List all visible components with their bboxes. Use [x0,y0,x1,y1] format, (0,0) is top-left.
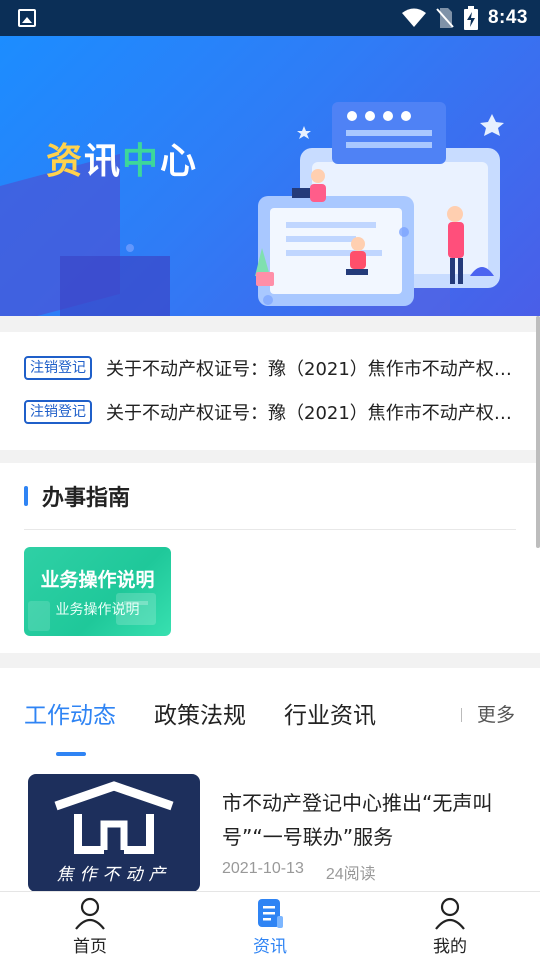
section-title: 办事指南 [42,486,131,511]
battery-charging-icon [463,6,478,30]
news-meta: 2021-10-13 24阅读 [222,860,376,884]
notice-item[interactable]: 注销登记 关于不动产权证号：豫（2021）焦作市不动产权第... [24,398,516,426]
notice-item[interactable]: 注销登记 关于不动产权证号：豫（2021）焦作市不动产权第... [24,354,516,382]
nav-info[interactable]: 资讯 [180,892,360,960]
clock: 8:43 [487,7,528,28]
nav-label: 我的 [433,937,467,957]
notice-list: 注销登记 关于不动产权证号：豫（2021）焦作市不动产权第... 注销登记 关于… [0,332,540,450]
banner-title: 资讯中心 [46,141,199,182]
user-icon [435,897,465,930]
nav-home[interactable]: 首页 [0,892,180,960]
guide-section: 办事指南 业务操作说明 业务操作说明 [0,463,540,653]
nav-label: 资讯 [253,937,287,957]
status-icons: 8:43 [401,6,528,30]
bottom-nav: 首页 资讯 我的 [0,891,540,960]
scrollbar[interactable] [536,316,540,548]
notice-tag: 注销登记 [24,400,92,424]
more-separator [461,708,462,722]
more-link[interactable]: 更多 [477,700,515,727]
notice-text: 关于不动产权证号：豫（2021）焦作市不动产权第... [106,403,516,424]
tab-policy[interactable]: 政策法规 [154,696,246,730]
news-reads: 24阅读 [325,866,376,883]
card-subtitle: 业务操作说明 [55,602,140,618]
active-tab-indicator [56,752,86,756]
section-header: 办事指南 [24,481,130,511]
news-tabs: 工作动态 政策法规 行业资讯 [24,696,414,730]
news-section: 工作动态 政策法规 行业资讯 更多 焦作不动产 市不动产登记中心推出“无声叫号”… [0,668,540,892]
wifi-icon [401,8,426,27]
nav-mine[interactable]: 我的 [360,892,540,960]
house-logo-icon [54,781,174,854]
news-date: 2021-10-13 [222,860,304,877]
document-icon [258,899,283,928]
tab-industry[interactable]: 行业资讯 [284,696,376,730]
section-accent-bar [24,486,28,506]
tab-work-news[interactable]: 工作动态 [24,696,116,730]
nav-label: 首页 [73,937,107,957]
person-icon [75,897,105,930]
info-center-banner[interactable]: 资讯中心 [0,36,540,316]
notice-tag: 注销登记 [24,356,92,380]
notice-text: 关于不动产权证号：豫（2021）焦作市不动产权第... [106,359,516,380]
business-operation-card[interactable]: 业务操作说明 业务操作说明 [24,547,171,636]
no-sim-icon [436,8,454,28]
divider [24,529,516,530]
news-title: 市不动产登记中心推出“无声叫号”“一号联办”服务 [222,791,493,849]
news-item[interactable]: 焦作不动产 市不动产登记中心推出“无声叫号”“一号联办”服务 2021-10-1… [28,774,518,892]
news-thumbnail: 焦作不动产 [28,774,200,892]
card-title: 业务操作说明 [40,569,155,591]
thumbnail-caption: 焦作不动产 [56,865,172,885]
status-bar: 8:43 [0,0,540,36]
image-notification-icon [18,9,36,27]
